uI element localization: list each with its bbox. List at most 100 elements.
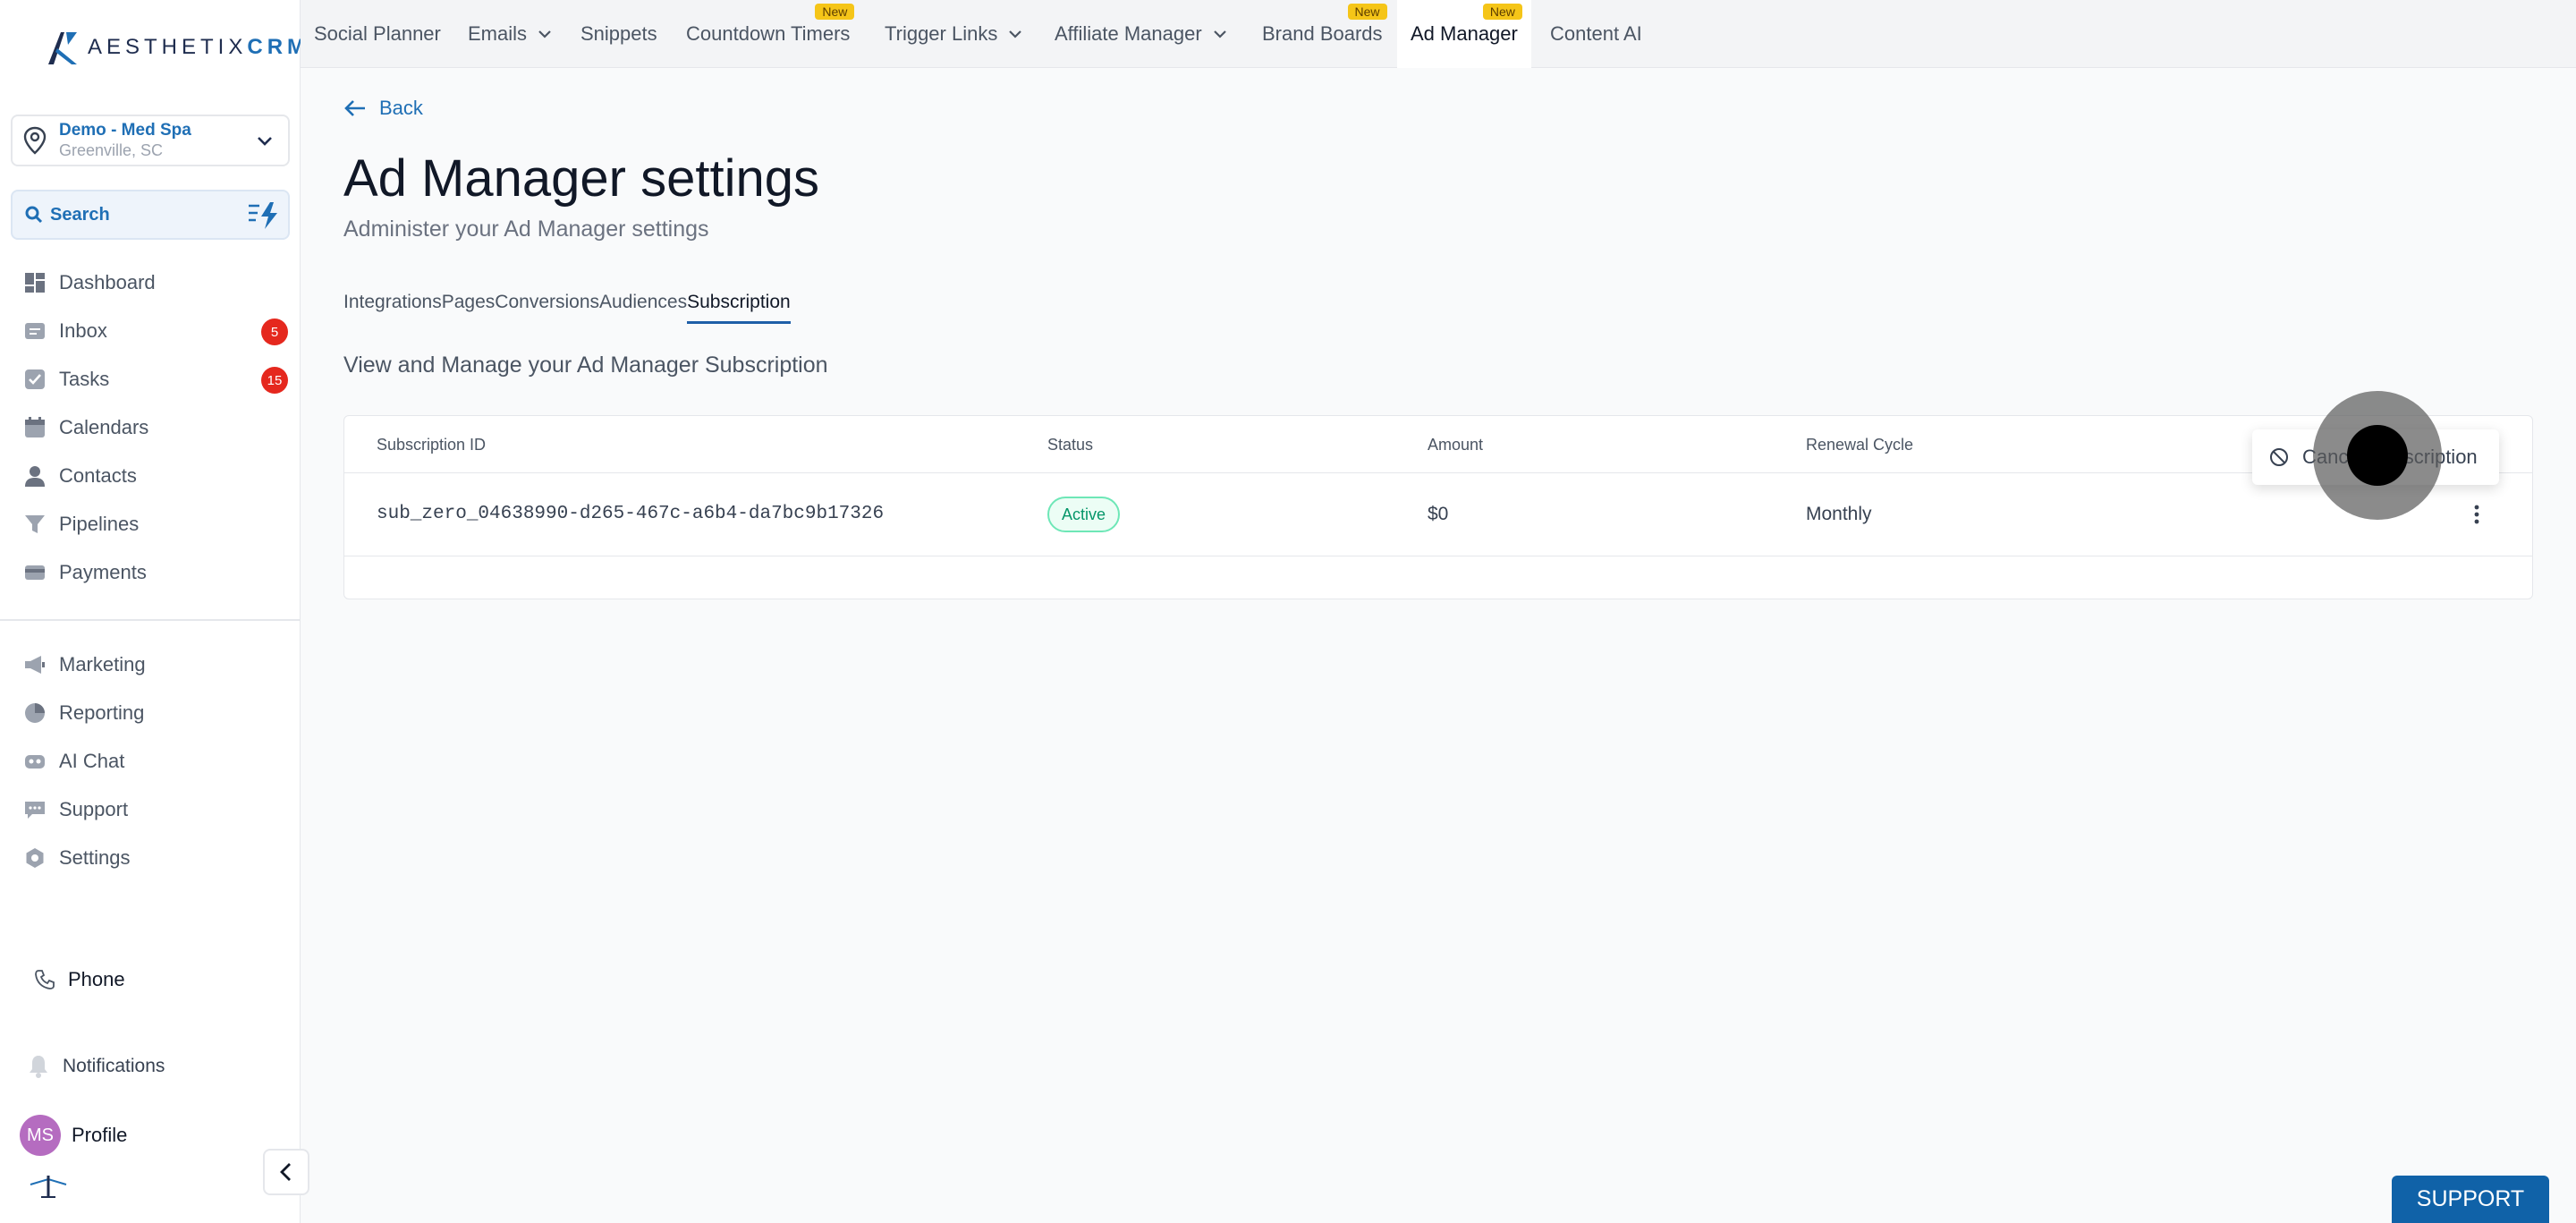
phone-button[interactable]: Phone: [34, 968, 125, 991]
location-switcher[interactable]: Demo - Med Spa Greenville, SC: [11, 115, 290, 166]
location-city: Greenville, SC: [59, 141, 164, 159]
tab-conversions[interactable]: Conversions: [495, 288, 599, 324]
new-badge: New: [815, 4, 855, 20]
location-name: Demo - Med Spa: [59, 121, 191, 140]
sidebar-item-marketing[interactable]: Marketing: [23, 647, 292, 683]
tab-label: Ad Manager: [1411, 22, 1518, 45]
tab-pages[interactable]: Pages: [442, 288, 496, 324]
tab-countdown-timers[interactable]: Countdown Timers New: [673, 0, 863, 68]
tab-ad-manager[interactable]: Ad Manager New: [1397, 0, 1531, 68]
status-badge: Active: [1047, 497, 1121, 532]
contacts-icon: [23, 464, 47, 488]
sidebar-item-label: Payments: [59, 561, 147, 583]
logo-mark-icon: [48, 32, 77, 64]
settings-tabs: Integrations Pages Conversions Audiences…: [343, 288, 791, 324]
column-header-status: Status: [1047, 436, 1094, 454]
tab-audiences[interactable]: Audiences: [599, 288, 687, 324]
sidebar-item-label: Support: [59, 798, 129, 820]
tab-trigger-links[interactable]: Trigger Links: [871, 0, 1038, 68]
section-title: View and Manage your Ad Manager Subscrip…: [343, 352, 828, 378]
tab-label: Emails: [468, 22, 528, 45]
search-button[interactable]: Search: [11, 190, 290, 240]
sidebar-item-payments[interactable]: Payments: [23, 555, 292, 590]
subscription-id-cell: sub_zero_04638990-d265-467c-a6b4-da7bc9b…: [377, 504, 885, 524]
phone-label: Phone: [68, 968, 125, 990]
tab-emails[interactable]: Emails: [454, 0, 567, 68]
sidebar-item-label: Dashboard: [59, 271, 156, 293]
new-badge: New: [1482, 4, 1522, 20]
chevron-down-icon: [258, 137, 272, 146]
arrow-left-icon: [344, 100, 365, 116]
pipeline-icon: [23, 513, 47, 536]
sidebar-item-settings[interactable]: Settings: [23, 840, 292, 876]
row-actions-button[interactable]: [2466, 500, 2487, 529]
tab-affiliate-manager[interactable]: Affiliate Manager: [1041, 0, 1242, 68]
brand-name: AESTHETIXCRM: [88, 35, 310, 59]
click-indicator-dot: [2347, 425, 2408, 486]
tab-snippets[interactable]: Snippets: [567, 0, 671, 68]
sidebar-item-dashboard[interactable]: Dashboard: [23, 265, 292, 301]
pie-chart-icon: [23, 701, 47, 725]
notifications-label: Notifications: [63, 1056, 165, 1076]
search-label: Search: [50, 204, 110, 225]
tasks-icon: [23, 368, 47, 391]
sidebar-item-label: Tasks: [59, 368, 110, 390]
dashboard-icon: [23, 271, 47, 294]
sidebar-item-support[interactable]: Support: [23, 792, 292, 828]
payments-icon: [23, 561, 47, 584]
profile-button[interactable]: MS Profile: [20, 1115, 127, 1156]
tab-integrations[interactable]: Integrations: [343, 288, 442, 324]
tab-content-ai[interactable]: Content AI: [1537, 0, 1656, 68]
tab-label: Snippets: [580, 22, 657, 45]
sidebar-item-contacts[interactable]: Contacts: [23, 458, 292, 494]
sidebar-item-label: AI Chat: [59, 750, 125, 772]
search-icon: [25, 206, 43, 224]
tab-label: Brand Boards: [1262, 22, 1383, 45]
gear-icon: [23, 846, 47, 870]
chevron-left-icon: [280, 1163, 291, 1181]
sidebar-item-label: Marketing: [59, 653, 146, 675]
page-title: Ad Manager settings: [343, 149, 819, 208]
sidebar-item-ai-chat[interactable]: AI Chat: [23, 743, 292, 779]
top-navigation: Social Planner Emails Snippets Countdown…: [301, 0, 2576, 68]
ban-icon: [2270, 448, 2288, 466]
phone-icon: [35, 970, 55, 989]
tab-brand-boards[interactable]: Brand Boards New: [1249, 0, 1396, 68]
sidebar-item-calendars[interactable]: Calendars: [23, 410, 292, 446]
tab-subscription[interactable]: Subscription: [687, 288, 791, 324]
sidebar-item-pipelines[interactable]: Pipelines: [23, 506, 292, 542]
renewal-cycle-cell: Monthly: [1806, 504, 1872, 524]
sidebar-item-label: Settings: [59, 846, 131, 869]
calendar-icon: [23, 416, 47, 439]
more-vertical-icon: [2474, 505, 2479, 524]
avatar: MS: [20, 1115, 61, 1156]
sidebar-divider: [0, 619, 301, 621]
sidebar-item-label: Contacts: [59, 464, 137, 487]
back-link[interactable]: Back: [343, 97, 423, 120]
page-subtitle: Administer your Ad Manager settings: [343, 217, 709, 242]
quick-actions-icon[interactable]: [247, 200, 279, 231]
sidebar-item-label: Calendars: [59, 416, 149, 438]
unread-count-badge: 5: [261, 318, 288, 345]
support-button[interactable]: SUPPORT: [2392, 1176, 2549, 1223]
agency-logo-icon: [30, 1176, 67, 1198]
tab-label: Social Planner: [314, 22, 441, 45]
notifications-button[interactable]: Notifications: [27, 1054, 165, 1079]
chat-icon: [23, 798, 47, 821]
sidebar-item-tasks[interactable]: Tasks 15: [23, 361, 292, 397]
location-pin-icon: [23, 126, 47, 155]
task-count-badge: 15: [261, 367, 288, 394]
column-header-amount: Amount: [1428, 436, 1484, 454]
tab-label: Content AI: [1550, 22, 1642, 45]
sidebar-item-label: Inbox: [59, 319, 107, 342]
chevron-down-icon: [1009, 30, 1022, 38]
amount-cell: $0: [1428, 504, 1449, 524]
sidebar-item-inbox[interactable]: Inbox 5: [23, 313, 292, 349]
robot-icon: [23, 750, 47, 773]
brand-logo[interactable]: AESTHETIXCRM: [45, 29, 309, 66]
back-label: Back: [379, 97, 423, 119]
tab-social-planner[interactable]: Social Planner: [301, 0, 454, 68]
sidebar-item-reporting[interactable]: Reporting: [23, 695, 292, 731]
collapse-sidebar-button[interactable]: [263, 1149, 309, 1195]
tab-label: Countdown Timers: [686, 22, 851, 45]
